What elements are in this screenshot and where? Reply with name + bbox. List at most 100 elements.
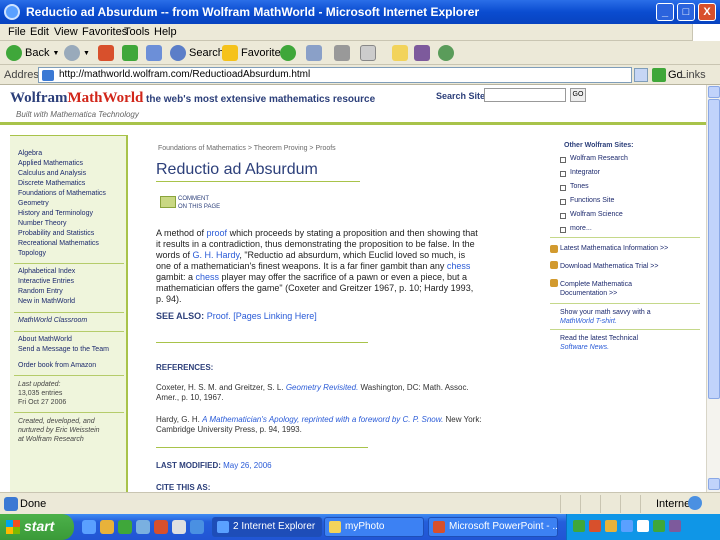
nav-classroom-link[interactable]: MathWorld Classroom bbox=[18, 317, 87, 324]
links-button[interactable]: Links bbox=[680, 69, 706, 81]
refresh-button[interactable] bbox=[122, 44, 138, 62]
promo-text: Read the latest Technical bbox=[560, 335, 639, 342]
status-bar: Done Internet bbox=[0, 492, 720, 514]
other-site-link[interactable]: Wolfram Science bbox=[570, 211, 623, 218]
go-arrow-icon[interactable] bbox=[652, 68, 666, 82]
scrollbar-thumb[interactable] bbox=[708, 99, 720, 399]
news-link[interactable]: Download Mathematica Trial >> bbox=[560, 263, 658, 270]
nav-topic-link[interactable]: Topology bbox=[18, 250, 46, 257]
back-button[interactable]: Back ▼ bbox=[6, 44, 59, 62]
promo-link[interactable]: MathWorld T-shirt. bbox=[560, 318, 617, 325]
scroll-up-button[interactable] bbox=[708, 86, 720, 98]
start-button[interactable]: start bbox=[0, 514, 74, 540]
menu-favorites[interactable]: Favorites bbox=[82, 26, 127, 38]
proof-link[interactable]: proof bbox=[207, 228, 228, 238]
quicklaunch-icon[interactable] bbox=[172, 520, 186, 534]
other-site-link[interactable]: Integrator bbox=[570, 169, 600, 176]
checkbox-icon bbox=[560, 171, 566, 177]
other-site-link[interactable]: Wolfram Research bbox=[570, 155, 628, 162]
chess-link[interactable]: chess bbox=[196, 272, 220, 282]
mail-icon bbox=[306, 45, 322, 61]
scroll-down-button[interactable] bbox=[708, 478, 720, 490]
site-search-input[interactable] bbox=[484, 88, 566, 102]
menu-edit[interactable]: Edit bbox=[30, 26, 49, 38]
tray-icon[interactable] bbox=[589, 520, 601, 532]
site-search-button[interactable]: GO bbox=[570, 88, 586, 102]
tray-icon[interactable] bbox=[621, 520, 633, 532]
forward-button[interactable]: ▼ bbox=[64, 44, 90, 62]
menu-file[interactable]: File bbox=[8, 26, 26, 38]
nav-about-link[interactable]: About MathWorld bbox=[18, 336, 72, 343]
other-site-link[interactable]: Tones bbox=[570, 183, 589, 190]
site-tagline: the web's most extensive mathematics res… bbox=[146, 94, 376, 105]
edit-icon bbox=[360, 45, 376, 61]
nav-topic-link[interactable]: Recreational Mathematics bbox=[18, 240, 99, 247]
print-button[interactable] bbox=[334, 44, 350, 62]
toolbar: Back ▼ ▼ Search Favorites bbox=[0, 41, 720, 65]
home-button[interactable] bbox=[146, 44, 162, 62]
quicklaunch-icon[interactable] bbox=[154, 520, 168, 534]
tray-icon[interactable] bbox=[669, 520, 681, 532]
nav-about-link[interactable]: Order book from Amazon bbox=[18, 362, 96, 369]
tray-icon[interactable] bbox=[573, 520, 585, 532]
mail-button[interactable] bbox=[306, 44, 322, 62]
menu-help[interactable]: Help bbox=[154, 26, 177, 38]
quicklaunch-icon[interactable] bbox=[136, 520, 150, 534]
nav-tool-link[interactable]: Interactive Entries bbox=[18, 278, 74, 285]
history-button[interactable] bbox=[280, 44, 296, 62]
nav-topic-link[interactable]: Foundations of Mathematics bbox=[18, 190, 106, 197]
research-button[interactable] bbox=[414, 44, 430, 62]
breadcrumb[interactable]: Foundations of Mathematics > Theorem Pro… bbox=[158, 145, 336, 152]
see-also-links[interactable]: Proof. [Pages Linking Here] bbox=[207, 311, 317, 321]
news-link[interactable]: Complete Mathematica bbox=[560, 281, 632, 288]
close-button[interactable]: X bbox=[698, 3, 716, 21]
nav-about-link[interactable]: Send a Message to the Team bbox=[18, 346, 109, 353]
messenger-button[interactable] bbox=[438, 44, 454, 62]
nav-topic-link[interactable]: Algebra bbox=[18, 150, 42, 157]
nav-topic-link[interactable]: Calculus and Analysis bbox=[18, 170, 86, 177]
address-input[interactable]: http://mathworld.wolfram.com/ReductioadA… bbox=[38, 67, 632, 83]
quicklaunch-icon[interactable] bbox=[100, 520, 114, 534]
stop-button[interactable] bbox=[98, 44, 114, 62]
quicklaunch-icon[interactable] bbox=[190, 520, 204, 534]
nav-tool-link[interactable]: New in MathWorld bbox=[18, 298, 75, 305]
maximize-button[interactable]: □ bbox=[677, 3, 695, 21]
quicklaunch-icon[interactable] bbox=[118, 520, 132, 534]
taskbar-item-ie[interactable]: 2 Internet Explorer bbox=[212, 517, 322, 537]
taskbar-item-photo[interactable]: myPhoto bbox=[324, 517, 424, 537]
nav-topic-link[interactable]: Geometry bbox=[18, 200, 49, 207]
minimize-button[interactable]: _ bbox=[656, 3, 674, 21]
title-underline bbox=[156, 181, 360, 182]
ie-quicklaunch-icon[interactable] bbox=[82, 520, 96, 534]
menu-view[interactable]: View bbox=[54, 26, 78, 38]
nav-topic-link[interactable]: Discrete Mathematics bbox=[18, 180, 85, 187]
title-bar[interactable]: Reductio ad Absurdum -- from Wolfram Mat… bbox=[0, 0, 720, 24]
tray-icon[interactable] bbox=[653, 520, 665, 532]
news-link[interactable]: Documentation >> bbox=[560, 290, 617, 297]
nav-topic-link[interactable]: Probability and Statistics bbox=[18, 230, 94, 237]
other-site-link[interactable]: Functions Site bbox=[570, 197, 614, 204]
tray-icon[interactable] bbox=[605, 520, 617, 532]
chess-link[interactable]: chess bbox=[447, 261, 471, 271]
folder-button[interactable] bbox=[392, 44, 408, 62]
comment-icon[interactable] bbox=[160, 196, 176, 208]
nav-topic-link[interactable]: Number Theory bbox=[18, 220, 67, 227]
nav-topic-link[interactable]: Applied Mathematics bbox=[18, 160, 83, 167]
other-site-link[interactable]: more... bbox=[570, 225, 592, 232]
tray-icon[interactable] bbox=[637, 520, 649, 532]
taskbar-item-powerpoint[interactable]: Microsoft PowerPoint - ... bbox=[428, 517, 558, 537]
promo-link[interactable]: Software News. bbox=[560, 344, 609, 351]
nav-topic-link[interactable]: History and Terminology bbox=[18, 210, 93, 217]
news-link[interactable]: Latest Mathematica Information >> bbox=[560, 245, 668, 252]
vertical-scrollbar[interactable] bbox=[706, 85, 720, 492]
search-button[interactable]: Search bbox=[170, 44, 224, 62]
site-logo[interactable]: WolframMathWorld bbox=[10, 90, 143, 107]
comment-link[interactable]: COMMENT ON THIS PAGE bbox=[178, 195, 220, 211]
nav-tool-link[interactable]: Random Entry bbox=[18, 288, 63, 295]
address-dropdown-button[interactable] bbox=[634, 68, 648, 82]
menu-tools[interactable]: Tools bbox=[124, 26, 150, 38]
favorites-button[interactable]: Favorites bbox=[222, 44, 286, 62]
nav-tool-link[interactable]: Alphabetical Index bbox=[18, 268, 75, 275]
hardy-link[interactable]: G. H. Hardy bbox=[193, 250, 240, 260]
edit-button[interactable] bbox=[360, 44, 376, 62]
